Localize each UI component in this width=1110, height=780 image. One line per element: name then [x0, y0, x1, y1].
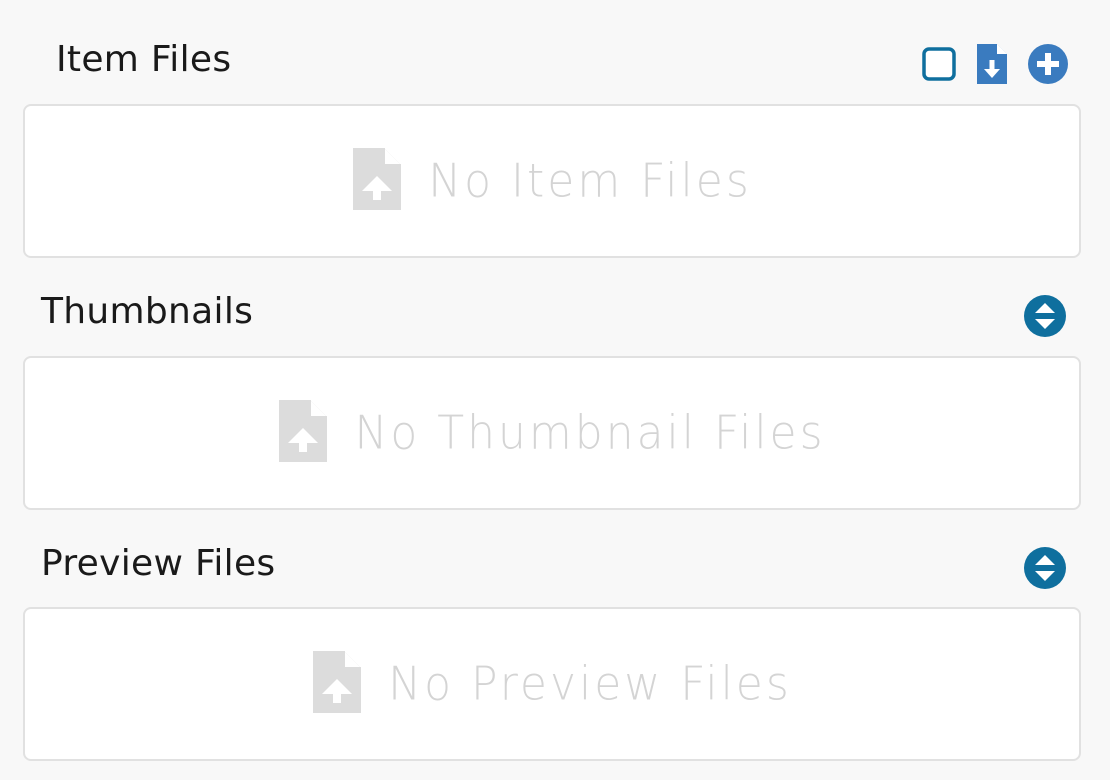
thumbnails-header: Thumbnails	[23, 288, 1083, 344]
thumbnails-empty-state: No Thumbnail Files	[278, 399, 825, 467]
item-files-empty-text: No Item Files	[428, 154, 752, 208]
thumbnails-section: Thumbnails	[23, 288, 1083, 344]
preview-files-section: Preview Files	[23, 540, 1083, 596]
item-files-dropzone[interactable]: No Item Files	[23, 104, 1081, 258]
file-upload-icon	[352, 147, 402, 215]
item-files-header: Item Files	[23, 36, 1083, 92]
preview-files-empty-text: No Preview Files	[388, 657, 792, 711]
thumbnails-dropzone[interactable]: No Thumbnail Files	[23, 356, 1081, 510]
thumbnails-actions	[1023, 294, 1067, 338]
preview-files-empty-state: No Preview Files	[312, 650, 792, 718]
expand-collapse-icon[interactable]	[1023, 294, 1067, 338]
expand-collapse-icon[interactable]	[1023, 546, 1067, 590]
preview-files-dropzone[interactable]: No Preview Files	[23, 607, 1081, 761]
file-upload-icon	[312, 650, 362, 718]
item-files-section: Item Files	[23, 36, 1083, 92]
add-circle-icon[interactable]	[1027, 43, 1069, 85]
thumbnails-title: Thumbnails	[41, 291, 254, 332]
item-files-empty-state: No Item Files	[352, 147, 752, 215]
item-files-actions	[921, 42, 1069, 86]
preview-files-actions	[1023, 546, 1067, 590]
preview-files-header: Preview Files	[23, 540, 1083, 596]
preview-files-title: Preview Files	[41, 543, 276, 584]
file-panels: Item Files No Item Files Thumbnails No T…	[0, 0, 1110, 780]
download-file-icon[interactable]	[975, 42, 1009, 86]
thumbnails-empty-text: No Thumbnail Files	[354, 406, 826, 460]
item-files-title: Item Files	[56, 39, 232, 80]
select-all-checkbox[interactable]	[921, 46, 957, 82]
file-upload-icon	[278, 399, 328, 467]
